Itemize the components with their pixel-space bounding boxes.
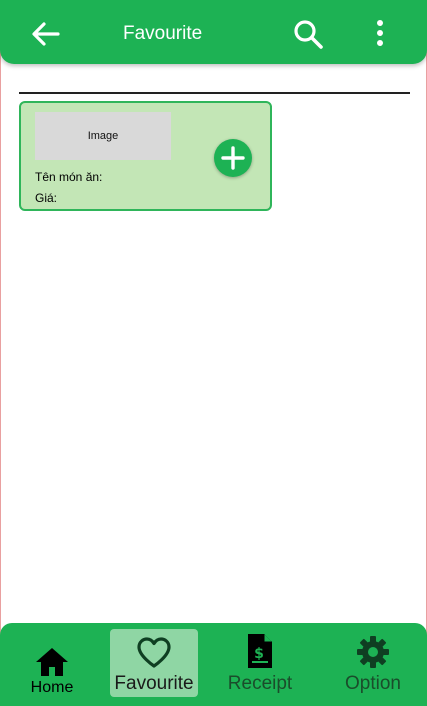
home-icon — [36, 648, 68, 676]
nav-label-favourite: Favourite — [114, 673, 194, 694]
nav-item-home[interactable]: Home — [8, 629, 96, 697]
food-image-placeholder: Image — [35, 112, 171, 160]
nav-item-favourite[interactable]: Favourite — [110, 629, 198, 697]
food-name-label: Tên món ăn: — [35, 170, 103, 184]
heart-icon — [137, 637, 171, 668]
search-icon[interactable] — [292, 18, 324, 50]
plus-icon — [221, 146, 245, 170]
nav-item-receipt[interactable]: $ Receipt — [216, 629, 304, 697]
svg-text:$: $ — [254, 646, 264, 662]
add-button[interactable] — [214, 139, 252, 177]
nav-item-option[interactable]: Option — [329, 629, 417, 697]
food-price-label: Giá: — [35, 191, 58, 205]
nav-label-home: Home — [30, 679, 74, 696]
divider — [19, 92, 410, 94]
favourite-item-card[interactable]: Image Tên món ăn: Giá: — [19, 101, 272, 211]
nav-label-receipt: Receipt — [227, 673, 293, 694]
receipt-icon: $ — [248, 634, 272, 668]
image-placeholder-label: Image — [87, 130, 119, 142]
page-title: Favourite — [123, 23, 203, 44]
gear-icon — [357, 636, 389, 668]
bottom-navigation: Home Favourite $ Receipt Option — [0, 623, 427, 706]
app-bar: Favourite — [0, 0, 427, 64]
nav-label-option: Option — [345, 673, 401, 694]
more-vertical-icon[interactable] — [370, 18, 390, 50]
arrow-left-icon[interactable] — [30, 18, 62, 50]
